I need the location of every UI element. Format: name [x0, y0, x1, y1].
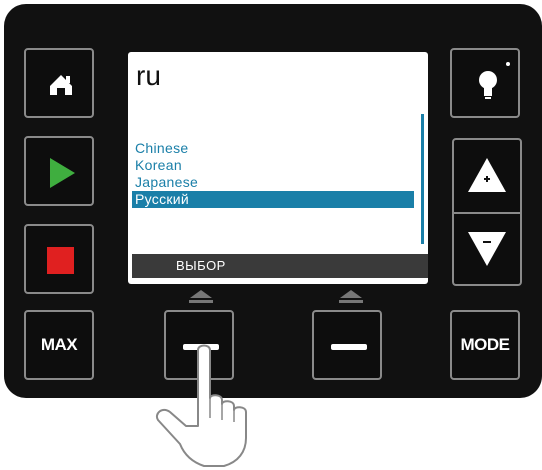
list-item-selected[interactable]: Русский: [132, 191, 414, 208]
softkey-right-button[interactable]: [312, 310, 382, 380]
dash-icon: [331, 344, 367, 350]
pointing-hand-icon: [156, 344, 247, 467]
play-icon: [50, 158, 75, 188]
scrollbar[interactable]: [421, 114, 424, 244]
mode-button[interactable]: MODE: [450, 310, 520, 380]
up-arrow-icon: [468, 158, 506, 192]
list-item[interactable]: Japanese: [132, 174, 414, 191]
max-label: MAX: [40, 335, 78, 354]
softkey-label: ВЫБОР: [176, 258, 226, 273]
list-item[interactable]: Chinese: [132, 140, 414, 157]
softkey-bar: ВЫБОР: [132, 254, 428, 278]
softkey-left-indicator-icon: [189, 290, 213, 303]
stop-button[interactable]: [24, 224, 94, 294]
mode-label: MODE: [460, 335, 511, 354]
up-button[interactable]: [454, 140, 520, 212]
softkey-right-indicator-icon: [339, 290, 363, 303]
language-list: Chinese Korean Japanese Русский: [132, 140, 414, 208]
control-panel: MAX ru Chinese Korean Japanese Русский В…: [4, 4, 542, 398]
light-button[interactable]: [450, 48, 520, 118]
home-button[interactable]: [24, 48, 94, 118]
display-screen: ru Chinese Korean Japanese Русский ВЫБОР: [128, 52, 428, 284]
lightbulb-icon: [479, 62, 510, 99]
search-query: ru: [136, 60, 161, 91]
max-button[interactable]: MAX: [24, 310, 94, 380]
play-button[interactable]: [24, 136, 94, 206]
down-arrow-icon: [468, 232, 506, 266]
up-down-buttons: [452, 138, 522, 286]
stop-icon: [47, 247, 74, 274]
home-icon: [50, 75, 72, 95]
list-item[interactable]: Korean: [132, 157, 414, 174]
down-button[interactable]: [454, 214, 520, 284]
